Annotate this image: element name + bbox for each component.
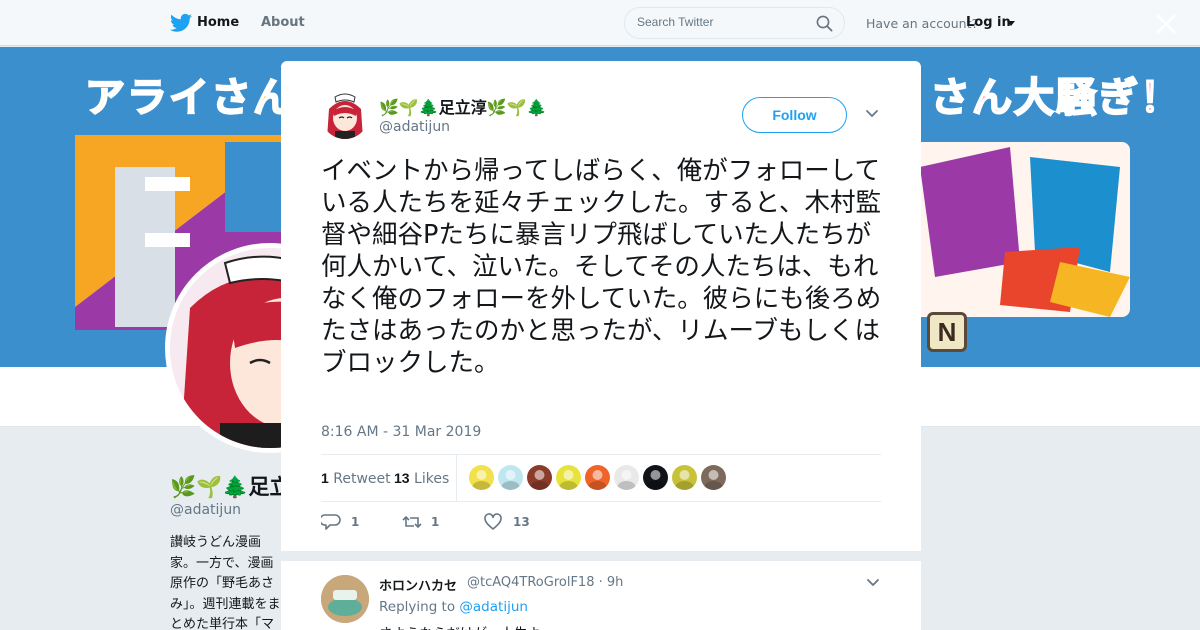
tweet-author-handle[interactable]: @adatijun bbox=[379, 119, 450, 135]
reply-count: 1 bbox=[351, 515, 360, 529]
banner-letter-badge: N bbox=[927, 312, 967, 352]
reply-author-name[interactable]: ホロンハカセ bbox=[379, 575, 457, 594]
background-profile-handle: @adatijun bbox=[170, 502, 242, 518]
search-icon[interactable] bbox=[816, 15, 833, 32]
replying-to-handle-link[interactable]: @adatijun bbox=[459, 599, 528, 615]
chevron-down-icon[interactable] bbox=[866, 578, 880, 588]
likes-stat-label: Likes bbox=[414, 471, 450, 487]
chevron-down-icon[interactable] bbox=[865, 109, 879, 119]
reply-text: さようならだけが、人生よ。 bbox=[379, 622, 554, 630]
reply-dot-separator: · bbox=[598, 575, 607, 590]
search-input[interactable] bbox=[637, 15, 807, 29]
reply-author-handle[interactable]: @tcAQ4TRoGrolF18 bbox=[467, 575, 594, 590]
search-box[interactable] bbox=[624, 7, 845, 39]
retweet-stat-count: 1 bbox=[321, 470, 329, 486]
retweet-stat[interactable]: 1 Retweet bbox=[321, 470, 391, 487]
banner-title-left: アライさん bbox=[84, 74, 295, 122]
tweet-modal: 🌿🌱🌲足立淳🌿🌱🌲 @adatijun Follow イベントから帰ってしばらく… bbox=[281, 61, 921, 630]
liker-avatar-6[interactable] bbox=[614, 465, 639, 490]
tweet-timestamp[interactable]: 8:16 AM - 31 Mar 2019 bbox=[321, 424, 481, 440]
liker-avatar-4[interactable] bbox=[556, 465, 581, 490]
heart-icon bbox=[484, 513, 502, 530]
caret-down-icon[interactable] bbox=[1007, 21, 1015, 26]
liker-avatar-1[interactable] bbox=[469, 465, 494, 490]
retweet-stat-label: Retweet bbox=[333, 471, 391, 487]
account-prompt: Have an account? bbox=[866, 16, 979, 31]
top-navigation-bar: Home About Have an account? Log in bbox=[0, 0, 1200, 46]
reply-section-separator bbox=[281, 551, 921, 561]
banner-title-right: さん大騒ぎ！ bbox=[929, 74, 1182, 122]
replying-to-line: Replying to @adatijun bbox=[379, 599, 528, 615]
tweet-author-name[interactable]: 🌿🌱🌲足立淳🌿🌱🌲 bbox=[379, 94, 547, 118]
follow-button[interactable]: Follow bbox=[742, 97, 847, 133]
tweet-stats: 1 Retweet 13 Likes bbox=[321, 454, 881, 502]
liker-avatar-5[interactable] bbox=[585, 465, 610, 490]
author-avatar-illustration bbox=[321, 91, 369, 139]
likes-stat[interactable]: 13 Likes bbox=[394, 470, 449, 487]
reply-avatar-illustration bbox=[321, 575, 369, 623]
retweet-action-count: 1 bbox=[431, 515, 440, 529]
liker-avatar-2[interactable] bbox=[498, 465, 523, 490]
stats-divider bbox=[456, 455, 457, 501]
retweet-icon bbox=[402, 515, 422, 529]
reply-icon bbox=[321, 514, 341, 530]
liker-avatar-3[interactable] bbox=[527, 465, 552, 490]
tweet-author-avatar[interactable] bbox=[321, 91, 369, 139]
liker-avatar-7[interactable] bbox=[643, 465, 668, 490]
replying-to-prefix: Replying to bbox=[379, 599, 456, 615]
login-link[interactable]: Log in bbox=[966, 15, 1011, 30]
tweet-text: イベントから帰ってしばらく、俺がフォローしている人たちを延々チェックした。すると… bbox=[321, 156, 882, 378]
twitter-bird-icon[interactable] bbox=[170, 13, 192, 33]
liker-avatar-8[interactable] bbox=[672, 465, 697, 490]
nav-about-link[interactable]: About bbox=[261, 15, 305, 30]
liker-avatar-9[interactable] bbox=[701, 465, 726, 490]
close-icon[interactable] bbox=[1155, 13, 1177, 35]
background-profile-bio: 讃岐うどん漫画家。一方で、漫画原作の「野毛あさみ」。週刊連載をまとめた単行本「マ… bbox=[170, 535, 281, 630]
likes-stat-count: 13 bbox=[394, 470, 410, 486]
nav-home-link[interactable]: Home bbox=[197, 15, 239, 30]
reply-age[interactable]: 9h bbox=[607, 575, 624, 590]
reply-meta: @tcAQ4TRoGrolF18 · 9h bbox=[467, 575, 623, 590]
reply-author-avatar[interactable] bbox=[321, 575, 369, 623]
like-action-count: 13 bbox=[513, 515, 530, 529]
